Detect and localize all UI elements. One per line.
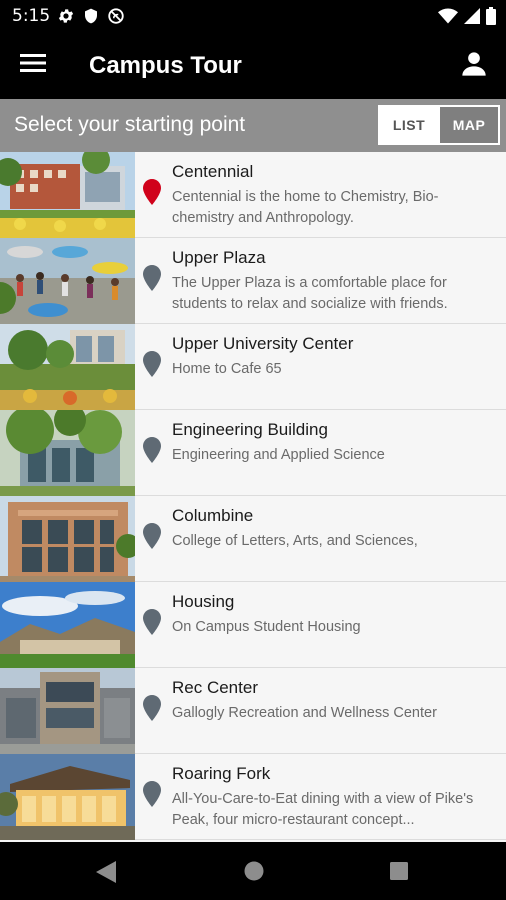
location-pin-icon	[143, 351, 161, 377]
tour-stop-row[interactable]: Housing On Campus Student Housing	[0, 582, 506, 668]
tour-stop-row[interactable]: Upper University Center Home to Cafe 65	[0, 324, 506, 410]
tour-stop-photo	[0, 152, 135, 238]
shield-icon	[85, 8, 97, 24]
wifi-icon	[438, 8, 458, 24]
tour-stop-title: Columbine	[172, 506, 254, 525]
account-person-icon	[462, 52, 486, 76]
tour-stop-title: Centennial	[172, 162, 254, 181]
location-pin-icon	[143, 609, 161, 635]
location-pin-icon	[143, 695, 161, 721]
status-icons-right	[438, 7, 496, 25]
active-location-pin-icon	[143, 179, 161, 205]
starting-point-title: Select your starting point	[14, 113, 246, 136]
tour-stop-photo	[0, 324, 135, 410]
settings-gear-icon	[58, 9, 74, 23]
tour-stop-list[interactable]: Centennial Centennial is the home to Che…	[0, 152, 506, 842]
map-view-button[interactable]: MAP	[438, 107, 498, 143]
tour-stop-row[interactable]: Engineering Building Engineering and App…	[0, 410, 506, 496]
tour-stop-title: Housing	[172, 592, 235, 611]
signal-icon	[464, 8, 480, 24]
tour-stop-photo	[0, 496, 135, 582]
menu-button[interactable]	[20, 52, 50, 78]
tour-stop-description: Home to Cafe 65	[172, 361, 282, 377]
location-pin-icon	[143, 437, 161, 463]
tour-stop-description: Gallogly Recreation and Wellness Center	[172, 705, 437, 721]
tour-stop-title: Upper Plaza	[172, 248, 266, 267]
back-icon[interactable]	[96, 861, 116, 883]
tour-stop-photo	[0, 754, 135, 840]
tour-stop-row[interactable]: Roaring Fork All-You-Care-to-Eat dining …	[0, 754, 506, 840]
tour-stop-description: On Campus Student Housing	[172, 619, 361, 635]
tour-stop-description: Engineering and Applied Science	[172, 447, 385, 463]
tour-stop-photo	[0, 410, 135, 496]
tour-stop-description: College of Letters, Arts, and Sciences,	[172, 533, 418, 549]
hamburger-menu-icon	[20, 54, 46, 72]
location-pin-icon	[143, 523, 161, 549]
tour-stop-row[interactable]: Upper Plaza The Upper Plaza is a comfort…	[0, 238, 506, 324]
account-button[interactable]	[460, 50, 488, 80]
tour-stop-description: Centennial is the home to Chemistry, Bio…	[172, 189, 439, 226]
no-disturb-icon	[108, 8, 124, 24]
tour-stop-photo	[0, 582, 135, 668]
home-icon[interactable]	[244, 861, 264, 881]
tour-stop-row[interactable]: Centennial Centennial is the home to Che…	[0, 152, 506, 238]
tour-stop-description: All-You-Care-to-Eat dining with a view o…	[172, 791, 474, 828]
location-pin-icon	[143, 781, 161, 807]
app-title: Campus Tour	[89, 52, 242, 79]
recents-icon[interactable]	[390, 862, 408, 880]
tour-stop-row[interactable]: Rec Center Gallogly Recreation and Welln…	[0, 668, 506, 754]
tour-stop-title: Engineering Building	[172, 420, 328, 439]
system-navigation-bar	[0, 842, 506, 900]
tour-stop-photo	[0, 238, 135, 324]
tour-stop-row[interactable]: Columbine College of Letters, Arts, and …	[0, 496, 506, 582]
status-time: 5:15	[12, 6, 51, 26]
list-view-button[interactable]: LIST	[380, 107, 438, 143]
tour-stop-title: Rec Center	[172, 678, 258, 697]
battery-icon	[486, 7, 496, 25]
tour-stop-description: The Upper Plaza is a comfortable place f…	[172, 275, 448, 312]
tour-stop-title: Roaring Fork	[172, 764, 271, 783]
tour-stop-title: Upper University Center	[172, 334, 354, 353]
starting-point-header: Select your starting point LIST MAP	[0, 99, 506, 152]
view-toggle: LIST MAP	[378, 105, 500, 145]
tour-stop-photo	[0, 668, 135, 754]
location-pin-icon	[143, 265, 161, 291]
status-icons-left	[57, 7, 125, 25]
app-bar: Campus Tour	[0, 32, 506, 99]
status-bar: 5:15	[0, 0, 506, 32]
